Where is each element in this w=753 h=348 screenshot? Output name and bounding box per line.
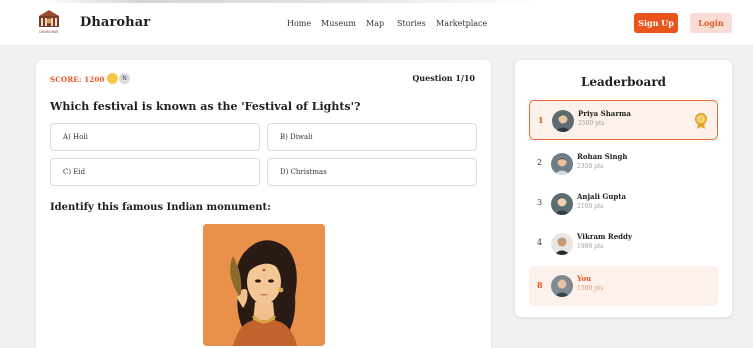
- avatar: [551, 153, 573, 175]
- player-name: Priya Sharma: [578, 109, 631, 118]
- player-points: 1500 pts: [577, 285, 604, 292]
- avatar: [551, 233, 573, 255]
- coin-icon: [107, 73, 118, 84]
- leaderboard-entry[interactable]: 4 Vikram Reddy 1980 pts: [529, 224, 718, 264]
- player-points: 2100 pts: [577, 203, 604, 210]
- leaderboard-title: Leaderboard: [580, 75, 667, 89]
- question-counter: Question 1/10: [412, 73, 475, 83]
- nav-stories[interactable]: Stories: [397, 19, 426, 28]
- question-text: Which festival is known as the 'Festival…: [50, 100, 361, 113]
- option-d[interactable]: D) Christmas: [267, 158, 477, 186]
- player-points: 2500 pts: [578, 120, 605, 127]
- leaderboard-card: Leaderboard 1 Priya Sharma 2500 pts 2 Ro…: [515, 60, 732, 317]
- nav-museum[interactable]: Museum: [321, 19, 356, 28]
- player-points: 2350 pts: [577, 163, 604, 170]
- nav-home[interactable]: Home: [287, 19, 311, 28]
- rank-number: 2: [537, 158, 543, 167]
- option-c[interactable]: C) Eid: [50, 158, 260, 186]
- medal-icon: [694, 113, 708, 129]
- logo-text: DHAROHAR: [39, 30, 59, 34]
- rank-number: 4: [537, 238, 543, 247]
- option-a[interactable]: A) Holi: [50, 123, 260, 151]
- brand-name[interactable]: Dharohar: [80, 15, 150, 30]
- avatar: [551, 193, 573, 215]
- player-name: You: [577, 274, 592, 283]
- signup-button[interactable]: Sign Up: [634, 13, 678, 33]
- leaderboard-entry-you[interactable]: 8 You 1500 pts: [529, 266, 718, 306]
- option-b[interactable]: B) Diwali: [267, 123, 477, 151]
- dharohar-logo[interactable]: DHAROHAR: [36, 9, 62, 35]
- player-name: Rohan Singh: [577, 152, 628, 161]
- top-navbar: DHAROHAR Dharohar Home Museum Map Storie…: [0, 0, 753, 46]
- image-question-text: Identify this famous Indian monument:: [50, 202, 271, 213]
- leaderboard-entry[interactable]: 2 Rohan Singh 2350 pts: [529, 144, 718, 184]
- nav-map[interactable]: Map: [366, 19, 384, 28]
- nav-marketplace[interactable]: Marketplace: [436, 19, 487, 28]
- rank-number: 3: [537, 198, 543, 207]
- player-name: Anjali Gupta: [577, 192, 627, 201]
- login-button[interactable]: Login: [690, 13, 732, 33]
- rank-number: 8: [537, 280, 543, 290]
- player-points: 1980 pts: [577, 243, 604, 250]
- header-highlight: [40, 0, 540, 3]
- avatar: [551, 275, 573, 297]
- leaderboard-entry[interactable]: 3 Anjali Gupta 2100 pts: [529, 184, 718, 224]
- leaderboard-entry-first[interactable]: 1 Priya Sharma 2500 pts: [529, 100, 718, 140]
- score-label: SCORE: 1200: [50, 75, 105, 84]
- quiz-card: SCORE: 1200 N Question 1/10 Which festiv…: [36, 60, 491, 348]
- player-name: Vikram Reddy: [577, 232, 633, 241]
- avatar: [552, 110, 574, 132]
- badge-icon: N: [119, 73, 130, 84]
- rank-number: 1: [538, 115, 544, 125]
- quiz-illustration-image: [203, 224, 325, 346]
